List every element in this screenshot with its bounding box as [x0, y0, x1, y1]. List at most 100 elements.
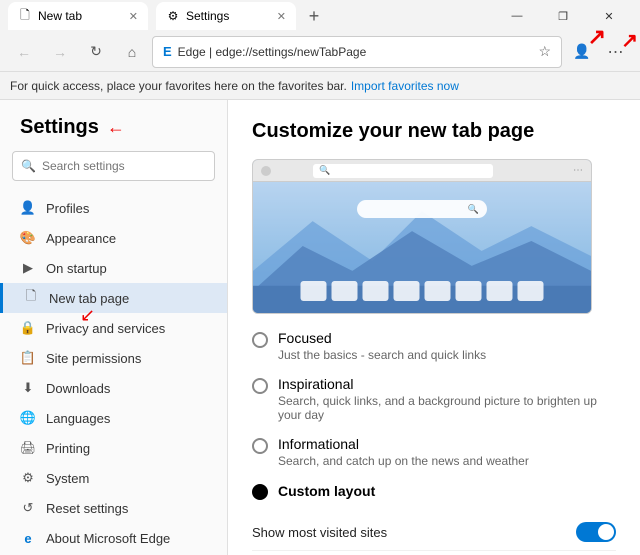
system-label: System — [46, 471, 89, 486]
inspirational-radio[interactable] — [252, 378, 268, 394]
appearance-label: Appearance — [46, 231, 116, 246]
new-tab-page-icon: 🗋 — [23, 290, 39, 306]
sidebar-item-privacy[interactable]: 🔒 Privacy and services ↙ — [0, 313, 227, 343]
preview-top-bar: 🔍 ⋯ — [253, 160, 591, 182]
reset-settings-label: Reset settings — [46, 501, 128, 516]
most-visited-toggle[interactable] — [576, 522, 616, 542]
favorites-bar-text: For quick access, place your favorites h… — [10, 79, 347, 93]
focused-label: Focused — [278, 330, 486, 346]
home-button[interactable]: ⌂ — [116, 36, 148, 68]
profile-button[interactable]: 👤 ↗ — [566, 36, 598, 68]
option-inspirational: Inspirational Search, quick links, and a… — [252, 376, 616, 422]
tab-new-tab-close[interactable]: ✕ — [129, 10, 138, 23]
sidebar-item-downloads[interactable]: ⬇ Downloads — [0, 373, 227, 403]
favorites-icon[interactable]: ☆ — [538, 43, 551, 60]
sidebar-item-site-permissions[interactable]: 📋 Site permissions — [0, 343, 227, 373]
preview-link-2 — [332, 281, 358, 301]
option-informational: Informational Search, and catch up on th… — [252, 436, 616, 468]
sidebar-item-new-tab-page[interactable]: 🗋 New tab page — [0, 283, 227, 313]
sidebar-item-on-startup[interactable]: ▶ On startup — [0, 253, 227, 283]
preview-address-bar: 🔍 — [313, 164, 493, 178]
tab-settings-close[interactable]: ✕ — [277, 10, 286, 23]
preview-link-7 — [487, 281, 513, 301]
profiles-icon: 👤 — [20, 200, 36, 216]
informational-radio[interactable] — [252, 438, 268, 454]
about-edge-icon: e — [20, 530, 36, 546]
preview-link-6 — [456, 281, 482, 301]
option-custom-layout: Custom layout — [252, 482, 616, 500]
back-button[interactable]: ← — [8, 36, 40, 68]
downloads-icon: ⬇ — [20, 380, 36, 396]
preview-link-5 — [425, 281, 451, 301]
sidebar-item-appearance[interactable]: 🎨 Appearance — [0, 223, 227, 253]
sidebar-title: Settings ← — [0, 116, 227, 151]
tab-settings-label: Settings — [186, 9, 229, 23]
inspirational-label: Inspirational — [278, 376, 616, 392]
tab-settings[interactable]: ⚙ Settings ✕ — [156, 2, 296, 30]
sidebar-item-about-edge[interactable]: e About Microsoft Edge — [0, 523, 227, 553]
main-layout: Settings ← 🔍 👤 Profiles 🎨 Appearance ▶ O… — [0, 100, 640, 555]
forward-button[interactable]: → — [44, 36, 76, 68]
sidebar: Settings ← 🔍 👤 Profiles 🎨 Appearance ▶ O… — [0, 100, 228, 555]
preview-close-dot — [261, 166, 271, 176]
tab-new-tab-label: New tab — [38, 9, 82, 23]
site-permissions-label: Site permissions — [46, 351, 141, 366]
toggle-image-of-day: Image of the day — [252, 551, 616, 555]
preview-menu-dots: ⋯ — [573, 165, 583, 176]
option-focused: Focused Just the basics - search and qui… — [252, 330, 616, 362]
maximize-button[interactable]: ❐ — [540, 0, 586, 32]
new-tab-preview: 🔍 ⋯ — [252, 159, 592, 314]
reset-settings-icon: ↺ — [20, 500, 36, 516]
sidebar-item-printing[interactable]: 🖨 Printing — [0, 433, 227, 463]
privacy-red-arrow: ↙ — [80, 305, 95, 326]
inspirational-desc: Search, quick links, and a background pi… — [278, 394, 616, 422]
informational-desc: Search, and catch up on the news and wea… — [278, 454, 529, 468]
menu-red-arrow: ↗ — [621, 28, 638, 53]
sidebar-item-reset-settings[interactable]: ↺ Reset settings — [0, 493, 227, 523]
search-settings-icon: 🔍 — [21, 159, 36, 173]
refresh-button[interactable]: ↻ — [80, 36, 112, 68]
printing-label: Printing — [46, 441, 90, 456]
sidebar-item-system[interactable]: ⚙ System — [0, 463, 227, 493]
preview-link-8 — [518, 281, 544, 301]
menu-button[interactable]: ⋯ ↗ — [600, 36, 632, 68]
most-visited-toggle-knob — [598, 524, 614, 540]
preview-search-bar: 🔍 — [357, 200, 487, 218]
new-tab-button[interactable]: + — [300, 2, 328, 30]
site-permissions-icon: 📋 — [20, 350, 36, 366]
custom-layout-label: Custom layout — [278, 483, 375, 499]
title-bar: 🗋 New tab ✕ ⚙ Settings ✕ + — ❐ ✕ — [0, 0, 640, 32]
address-edge-icon: E — [163, 44, 172, 59]
sidebar-item-profiles[interactable]: 👤 Profiles — [0, 193, 227, 223]
system-icon: ⚙ — [20, 470, 36, 486]
downloads-label: Downloads — [46, 381, 110, 396]
custom-layout-radio[interactable] — [252, 484, 268, 500]
preview-quick-links — [301, 281, 544, 301]
minimize-button[interactable]: — — [494, 0, 540, 32]
search-settings-box[interactable]: 🔍 — [12, 151, 215, 181]
on-startup-label: On startup — [46, 261, 107, 276]
content-area: Customize your new tab page 🔍 ⋯ — [228, 100, 640, 555]
on-startup-icon: ▶ — [20, 260, 36, 276]
sidebar-title-arrow: ← — [107, 117, 125, 138]
preview-body: 🔍 — [253, 182, 591, 313]
address-text: Edge | edge://settings/newTabPage — [178, 45, 533, 59]
nav-right-buttons: 👤 ↗ ⋯ ↗ — [566, 36, 632, 68]
tab-new-tab[interactable]: 🗋 New tab ✕ — [8, 2, 148, 30]
preview-link-1 — [301, 281, 327, 301]
preview-address-text: 🔍 — [319, 165, 330, 176]
appearance-icon: 🎨 — [20, 230, 36, 246]
focused-radio[interactable] — [252, 332, 268, 348]
privacy-icon: 🔒 — [20, 320, 36, 336]
nav-bar: ← → ↻ ⌂ E Edge | edge://settings/newTabP… — [0, 32, 640, 72]
sidebar-item-languages[interactable]: 🌐 Languages — [0, 403, 227, 433]
languages-label: Languages — [46, 411, 110, 426]
about-edge-label: About Microsoft Edge — [46, 531, 170, 546]
address-bar[interactable]: E Edge | edge://settings/newTabPage ☆ — [152, 36, 562, 68]
search-settings-input[interactable] — [42, 159, 206, 173]
settings-tab-icon: ⚙ — [166, 9, 180, 23]
most-visited-label: Show most visited sites — [252, 525, 387, 540]
window-controls: — ❐ ✕ — [494, 0, 632, 32]
toggle-most-visited: Show most visited sites — [252, 514, 616, 551]
import-favorites-link[interactable]: Import favorites now — [351, 79, 459, 93]
